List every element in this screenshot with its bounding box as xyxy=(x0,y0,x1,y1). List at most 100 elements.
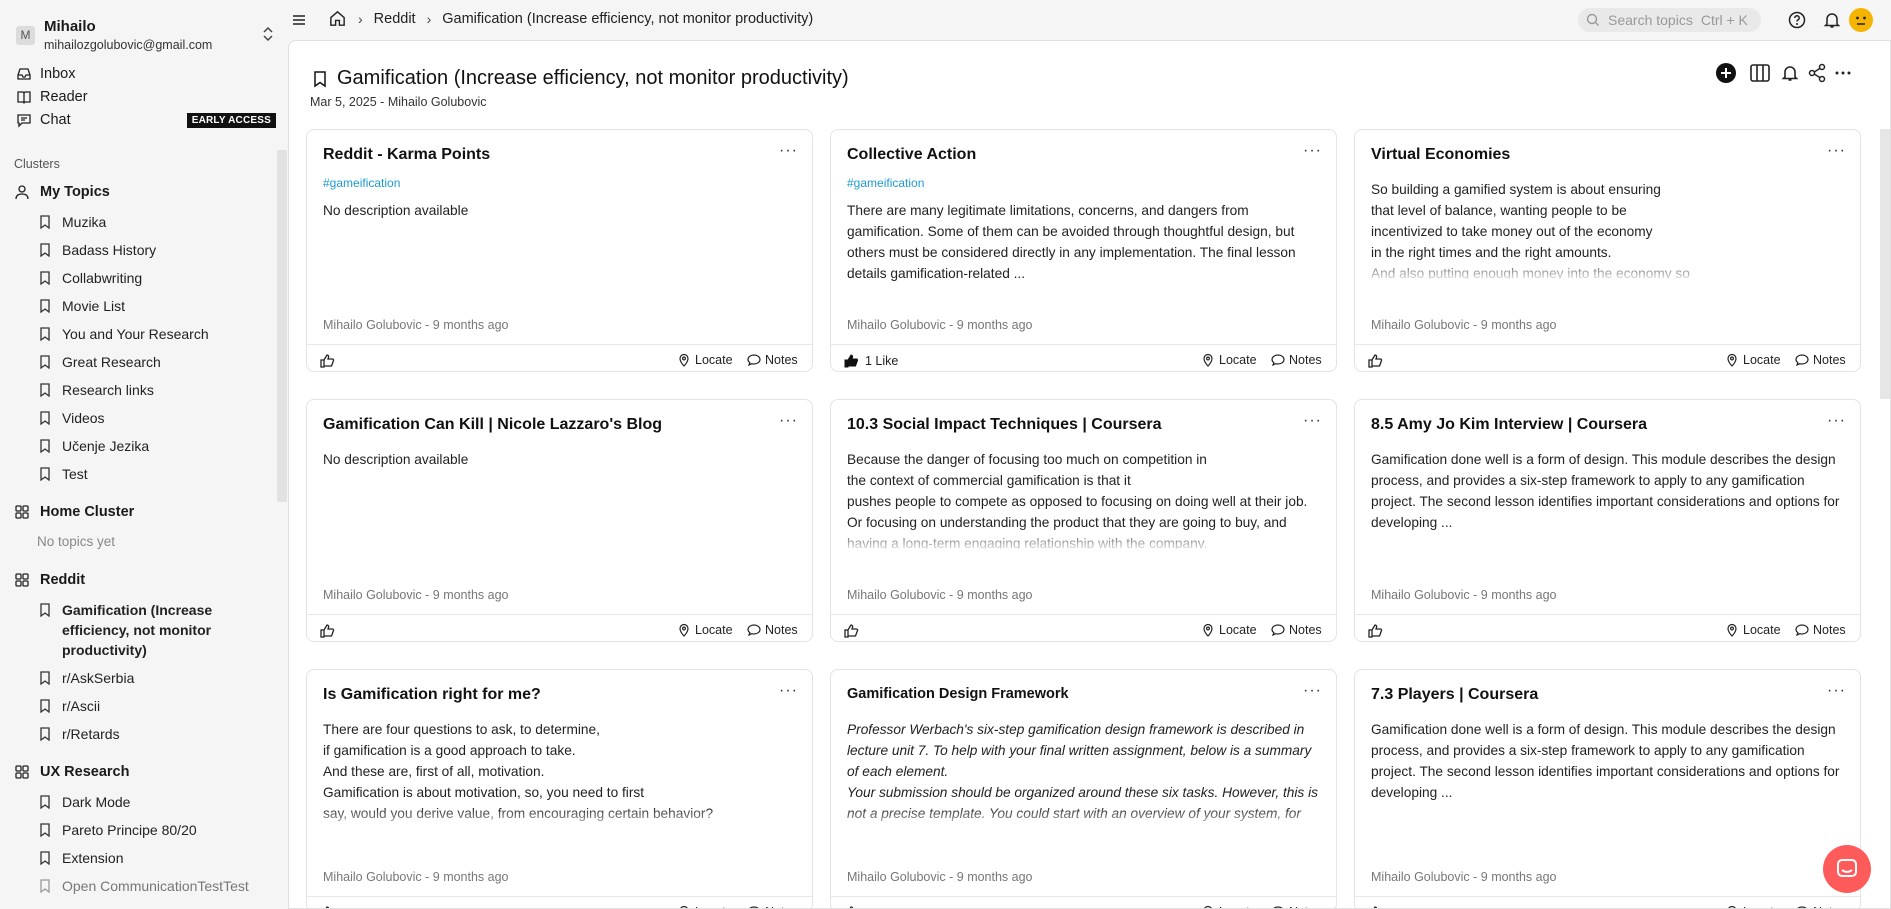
card-title[interactable]: Reddit - Karma Points xyxy=(323,146,490,164)
topic-r-ascii[interactable]: r/Ascii xyxy=(38,696,268,716)
topic-muzika[interactable]: Muzika xyxy=(38,212,268,232)
locate-button[interactable]: Locate xyxy=(1201,905,1257,908)
columns-icon[interactable] xyxy=(1749,62,1771,84)
cluster-reddit[interactable]: Reddit xyxy=(14,567,85,593)
notes-button[interactable]: Notes xyxy=(747,905,798,908)
topic-card[interactable]: Gamification Design Framework ··· Profes… xyxy=(830,669,1337,908)
topic-label: Pareto Principe 80/20 xyxy=(62,822,197,838)
topic-card[interactable]: 8.5 Amy Jo Kim Interview | Coursera ··· … xyxy=(1354,399,1861,642)
topic-card[interactable]: 7.3 Players | Coursera ··· Gamification … xyxy=(1354,669,1861,908)
search-input[interactable]: Search topics Ctrl + K xyxy=(1578,8,1761,32)
card-title[interactable]: Gamification Design Framework xyxy=(847,686,1069,702)
topic-research-links[interactable]: Research links xyxy=(38,380,268,400)
notes-button[interactable]: Notes xyxy=(1271,353,1322,367)
hamburger-menu-icon[interactable] xyxy=(290,11,308,29)
card-title[interactable]: 8.5 Amy Jo Kim Interview | Coursera xyxy=(1371,416,1647,434)
card-tag[interactable]: #gameification xyxy=(847,176,924,190)
notes-button[interactable]: Notes xyxy=(747,623,798,637)
bookmark-icon xyxy=(40,795,50,809)
more-options-icon[interactable]: ··· xyxy=(779,682,798,700)
like-button[interactable] xyxy=(319,353,341,369)
notes-button[interactable]: Notes xyxy=(1795,905,1846,908)
account-switcher[interactable]: M Mihailo mihailozgolubovic@gmail.com xyxy=(12,14,276,54)
topic-card[interactable]: Gamification Can Kill | Nicole Lazzaro's… xyxy=(306,399,813,642)
card-title[interactable]: 7.3 Players | Coursera xyxy=(1371,686,1538,704)
like-button[interactable] xyxy=(1367,905,1389,908)
topic-open-communication[interactable]: Open CommunicationTestTest xyxy=(38,876,268,896)
main-scrollbar[interactable] xyxy=(1880,129,1890,399)
notes-button[interactable]: Notes xyxy=(1795,353,1846,367)
add-circle-icon[interactable] xyxy=(1715,62,1737,84)
breadcrumb-topic[interactable]: Gamification (Increase efficiency, not m… xyxy=(442,11,813,27)
card-tag[interactable]: #gameification xyxy=(323,176,400,190)
locate-button[interactable]: Locate xyxy=(1725,353,1781,367)
more-options-icon[interactable]: ··· xyxy=(1303,682,1322,700)
topic-collabwriting[interactable]: Collabwriting xyxy=(38,268,268,288)
topic-card[interactable]: Reddit - Karma Points ··· #gameification… xyxy=(306,129,813,372)
locate-button[interactable]: Locate xyxy=(1201,623,1257,637)
topic-dark-mode[interactable]: Dark Mode xyxy=(38,792,268,812)
locate-button[interactable]: Locate xyxy=(1725,623,1781,637)
card-title[interactable]: Virtual Economies xyxy=(1371,146,1510,164)
topic-pareto[interactable]: Pareto Principe 80/20 xyxy=(38,820,268,840)
share-icon[interactable] xyxy=(1806,62,1828,84)
help-icon[interactable] xyxy=(1787,10,1807,30)
like-button[interactable] xyxy=(843,623,865,639)
notes-button[interactable]: Notes xyxy=(1271,623,1322,637)
more-options-icon[interactable]: ··· xyxy=(1827,682,1846,700)
card-title[interactable]: Gamification Can Kill | Nicole Lazzaro's… xyxy=(323,416,662,434)
topic-card[interactable]: Virtual Economies ··· So building a gami… xyxy=(1354,129,1861,372)
notes-button[interactable]: Notes xyxy=(1271,905,1322,908)
breadcrumb-cluster[interactable]: Reddit xyxy=(374,11,416,27)
topic-r-retards[interactable]: r/Retards xyxy=(38,724,268,744)
notes-button[interactable]: Notes xyxy=(1795,623,1846,637)
like-button[interactable] xyxy=(1367,353,1389,369)
topic-ucenje-jezika[interactable]: Učenje Jezika xyxy=(38,436,268,456)
topic-card[interactable]: Collective Action ··· #gameification The… xyxy=(830,129,1337,372)
card-title[interactable]: 10.3 Social Impact Techniques | Coursera xyxy=(847,416,1162,434)
home-icon[interactable] xyxy=(328,9,347,28)
cluster-my-topics[interactable]: My Topics xyxy=(14,179,110,205)
topic-you-and-your-research[interactable]: You and Your Research xyxy=(38,324,268,344)
topic-test[interactable]: Test xyxy=(38,464,268,484)
cluster-ux-research[interactable]: UX Research xyxy=(14,759,129,785)
topic-card[interactable]: Is Gamification right for me? ··· There … xyxy=(306,669,813,908)
card-title[interactable]: Is Gamification right for me? xyxy=(323,686,541,704)
topic-videos[interactable]: Videos xyxy=(38,408,268,428)
topic-badass-history[interactable]: Badass History xyxy=(38,240,268,260)
notes-button[interactable]: Notes xyxy=(747,353,798,367)
card-author: Mihailo Golubovic - 9 months ago xyxy=(847,588,1033,602)
topic-extension[interactable]: Extension xyxy=(38,848,268,868)
notification-bell-icon[interactable] xyxy=(1779,62,1801,84)
topic-gamification[interactable]: Gamification (Increase efficiency, not m… xyxy=(38,600,268,660)
card-title[interactable]: Collective Action xyxy=(847,146,976,164)
chat-launcher-button[interactable] xyxy=(1823,845,1871,893)
cluster-home[interactable]: Home Cluster xyxy=(14,499,134,525)
emoji-avatar-icon[interactable] xyxy=(1848,7,1874,33)
locate-button[interactable]: Locate xyxy=(1201,353,1257,367)
more-options-icon[interactable]: ··· xyxy=(779,412,798,430)
more-horizontal-icon[interactable] xyxy=(1832,62,1854,84)
like-button[interactable] xyxy=(319,905,341,908)
sidebar-scrollbar[interactable] xyxy=(277,150,287,502)
more-options-icon[interactable]: ··· xyxy=(779,142,798,160)
more-options-icon[interactable]: ··· xyxy=(1303,142,1322,160)
topic-movie-list[interactable]: Movie List xyxy=(38,296,268,316)
like-button[interactable]: 1 Like xyxy=(843,353,898,369)
locate-button[interactable]: Locate xyxy=(677,353,733,367)
locate-button[interactable]: Locate xyxy=(677,905,733,908)
topic-card[interactable]: 10.3 Social Impact Techniques | Coursera… xyxy=(830,399,1337,642)
topic-r-askserbia[interactable]: r/AskSerbia xyxy=(38,668,268,688)
topic-great-research[interactable]: Great Research xyxy=(38,352,268,372)
like-button[interactable] xyxy=(1367,623,1389,639)
thumbs-up-filled-icon xyxy=(844,354,859,368)
nav-chat[interactable]: Chat EARLY ACCESS xyxy=(16,107,276,133)
bell-icon[interactable] xyxy=(1822,10,1842,30)
locate-button[interactable]: Locate xyxy=(1725,905,1781,908)
locate-button[interactable]: Locate xyxy=(677,623,733,637)
more-options-icon[interactable]: ··· xyxy=(1303,412,1322,430)
like-button[interactable] xyxy=(843,905,865,908)
more-options-icon[interactable]: ··· xyxy=(1827,142,1846,160)
like-button[interactable] xyxy=(319,623,341,639)
more-options-icon[interactable]: ··· xyxy=(1827,412,1846,430)
